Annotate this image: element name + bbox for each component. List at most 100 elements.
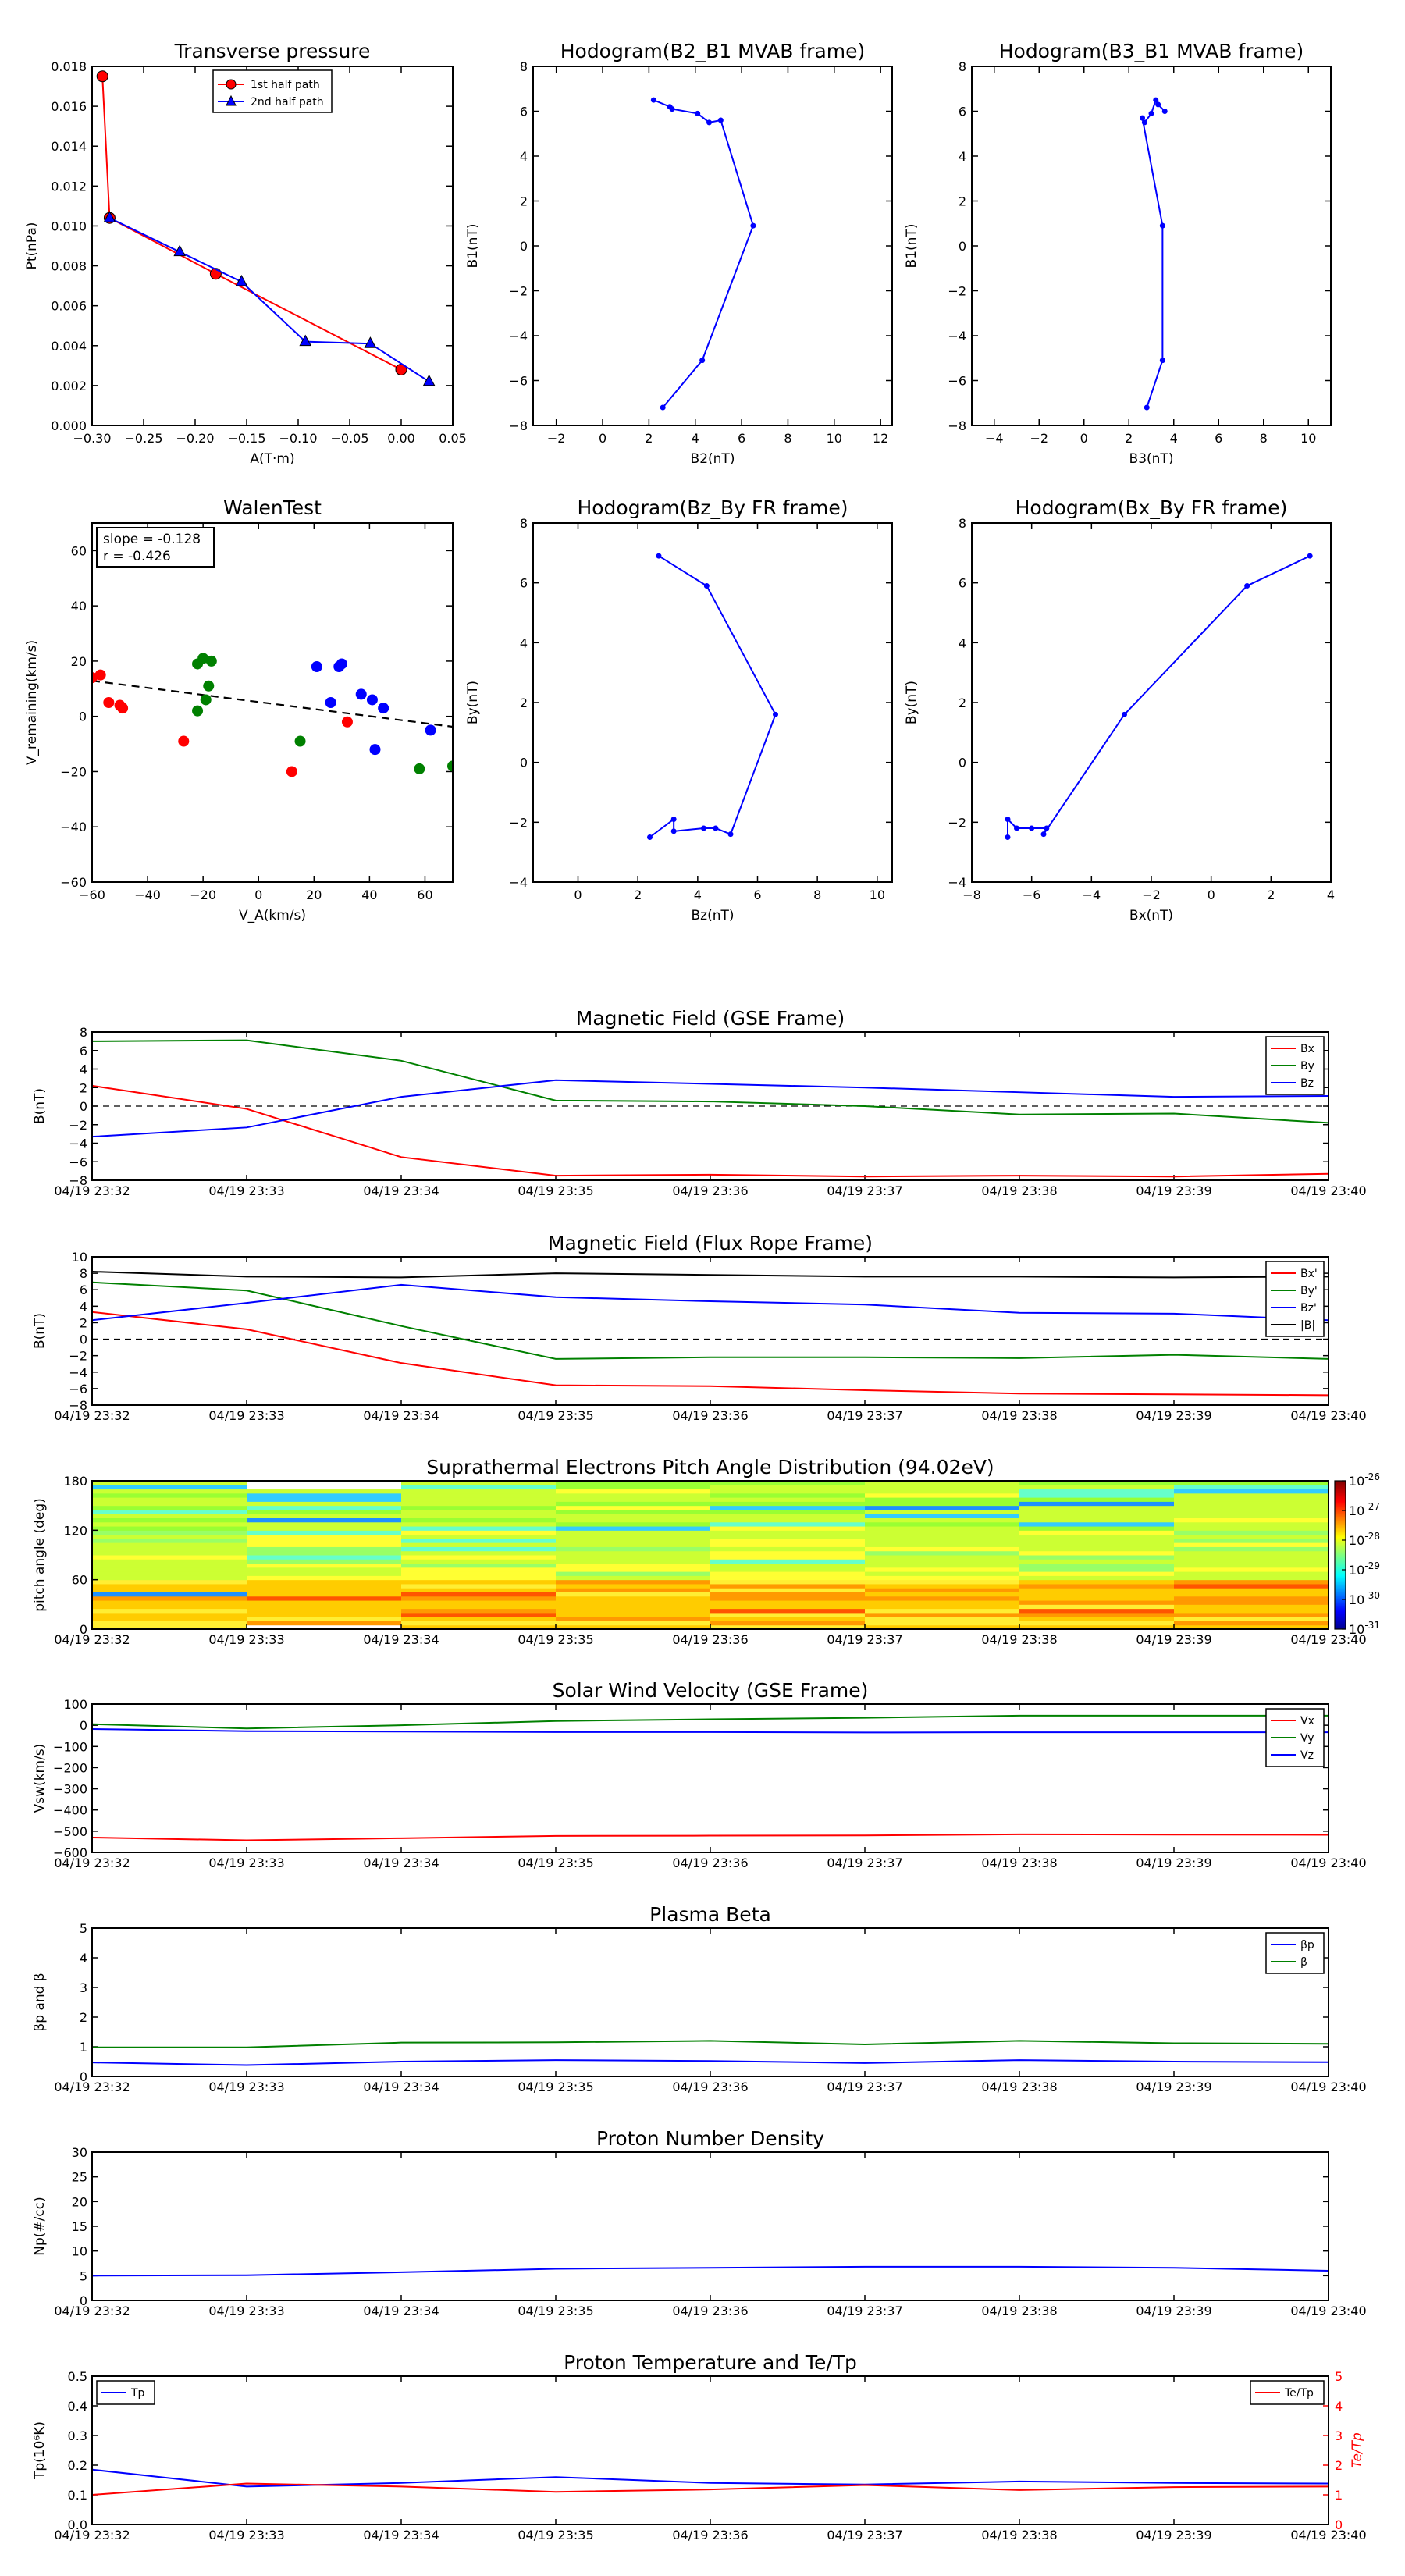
- colorbar-tick-label: 10-30: [1349, 1590, 1380, 1607]
- time-tick-label: 04/19 23:33: [208, 1408, 284, 1423]
- heatmap-cell: [1174, 1563, 1329, 1568]
- heatmap-cell: [92, 1530, 247, 1535]
- x-tick-label: −0.15: [227, 431, 265, 446]
- plot-area: [92, 2040, 1329, 2066]
- data-point: [669, 106, 675, 112]
- heatmap-cell: [1174, 1509, 1329, 1514]
- y-tick-label: 4: [959, 149, 966, 164]
- y-tick-label: 3: [80, 1980, 87, 1995]
- series-line: [649, 555, 777, 838]
- data-point: [1140, 115, 1145, 121]
- heatmap-cell: [556, 1567, 711, 1572]
- heatmap-cell: [92, 1521, 247, 1527]
- heatmap-cell: [401, 1517, 557, 1523]
- data-point: [695, 110, 701, 116]
- heatmap-cell: [865, 1534, 1020, 1539]
- legend-label: Bx': [1300, 1268, 1318, 1280]
- heatmap-cell: [710, 1596, 866, 1601]
- x-tick-label: −0.05: [330, 431, 368, 446]
- y-tick-label: −2: [69, 1349, 87, 1364]
- y-tick-label: 8: [80, 1266, 87, 1281]
- y-axis-label: B1(nT): [465, 224, 481, 269]
- heatmap-cell: [1019, 1489, 1175, 1494]
- heatmap-cell: [710, 1514, 866, 1518]
- heatmap-cell: [1174, 1538, 1329, 1543]
- legend: βp β: [1265, 1932, 1325, 1974]
- heatmap-cell: [710, 1555, 866, 1560]
- series-line: [92, 1833, 1329, 1841]
- heatmap-cell: [92, 1505, 247, 1510]
- plot-frame: [91, 522, 454, 883]
- heatmap-cell: [247, 1526, 402, 1531]
- heatmap-cell: [556, 1604, 711, 1610]
- heatmap-cell: [1019, 1526, 1175, 1531]
- data-point: [1044, 825, 1050, 831]
- data-point: [355, 688, 367, 700]
- x-tick-label: −4: [985, 431, 1004, 446]
- series-line: [92, 2265, 1329, 2277]
- heatmap-cell: [1174, 1530, 1329, 1535]
- x-tick-label: 2: [645, 431, 653, 446]
- heatmap-cell: [710, 1485, 866, 1490]
- data-point: [364, 336, 377, 348]
- time-tick-label: 04/19 23:40: [1290, 1856, 1366, 1870]
- y-tick-label: 4: [80, 1062, 87, 1077]
- heatmap-cell: [247, 1521, 402, 1527]
- time-tick-label: 04/19 23:33: [208, 2080, 284, 2094]
- chart-title: Transverse pressure: [174, 40, 371, 62]
- heatmap-cell: [865, 1497, 1020, 1502]
- heatmap-cell: [1174, 1521, 1329, 1527]
- heatmap-cell: [710, 1588, 866, 1592]
- data-point: [103, 697, 115, 708]
- time-tick-label: 04/19 23:32: [54, 2304, 130, 2318]
- y-tick-label: 1: [80, 2040, 87, 2055]
- heatmap-cell: [401, 1509, 557, 1514]
- series-line: [92, 1283, 1329, 1322]
- heatmap-cell: [710, 1575, 866, 1581]
- heatmap-cell: [92, 1538, 247, 1543]
- legend: 1st half path 2nd half path: [212, 69, 333, 113]
- heatmap-cell: [710, 1493, 866, 1498]
- legend-marker: [226, 79, 237, 90]
- y-tick-label: 40: [71, 599, 87, 614]
- time-tick-label: 04/19 23:35: [518, 2304, 593, 2318]
- plot-frame: [91, 2151, 1329, 2301]
- time-tick-label: 04/19 23:39: [1136, 1408, 1211, 1423]
- heatmap-cell: [865, 1567, 1020, 1572]
- y-tick-label: 2: [520, 194, 528, 209]
- y-tick-label: −600: [53, 1845, 87, 1860]
- y-axis-label: By(nT): [904, 681, 919, 724]
- x-tick-label: 2: [1125, 431, 1133, 446]
- colorbar-bar: [1334, 1480, 1346, 1630]
- heatmap-cell: [865, 1588, 1020, 1592]
- x-axis-label: B2(nT): [691, 451, 735, 467]
- data-point: [1029, 825, 1035, 831]
- y-tick-label: 8: [959, 59, 966, 74]
- y-tick-label: −6: [69, 1155, 87, 1169]
- x-axis-label: Bz(nT): [691, 908, 734, 923]
- plot-area: [92, 2468, 1329, 2496]
- heatmap-cell: [247, 1514, 402, 1518]
- chart-title: Proton Temperature and Te/Tp: [564, 2351, 857, 2374]
- y-tick-label: 0.5: [68, 2369, 87, 2384]
- heatmap-cell: [1174, 1583, 1329, 1589]
- heatmap-cell: [247, 1608, 402, 1614]
- heatmap-cell: [1019, 1583, 1175, 1589]
- heatmap-cell: [710, 1497, 866, 1502]
- heatmap-cell: [556, 1534, 711, 1539]
- heatmap-cell: [556, 1621, 711, 1626]
- y-tick-label-right: 0: [1335, 2517, 1343, 2532]
- series-line: [92, 1271, 1329, 1279]
- heatmap-cell: [556, 1509, 711, 1514]
- y-axis-label: By(nT): [465, 681, 481, 724]
- heatmap-cell: [1019, 1596, 1175, 1601]
- time-tick-label: 04/19 23:40: [1290, 2528, 1366, 2542]
- heatmap-cell: [556, 1538, 711, 1543]
- heatmap-cell: [1019, 1497, 1175, 1502]
- heatmap-cell: [865, 1612, 1020, 1617]
- heatmap-cell: [401, 1489, 557, 1494]
- heatmap-cell: [710, 1583, 866, 1589]
- time-tick-label: 04/19 23:33: [208, 1632, 284, 1647]
- heatmap-cell: [1019, 1505, 1175, 1510]
- y-tick-label: 0: [80, 2069, 87, 2084]
